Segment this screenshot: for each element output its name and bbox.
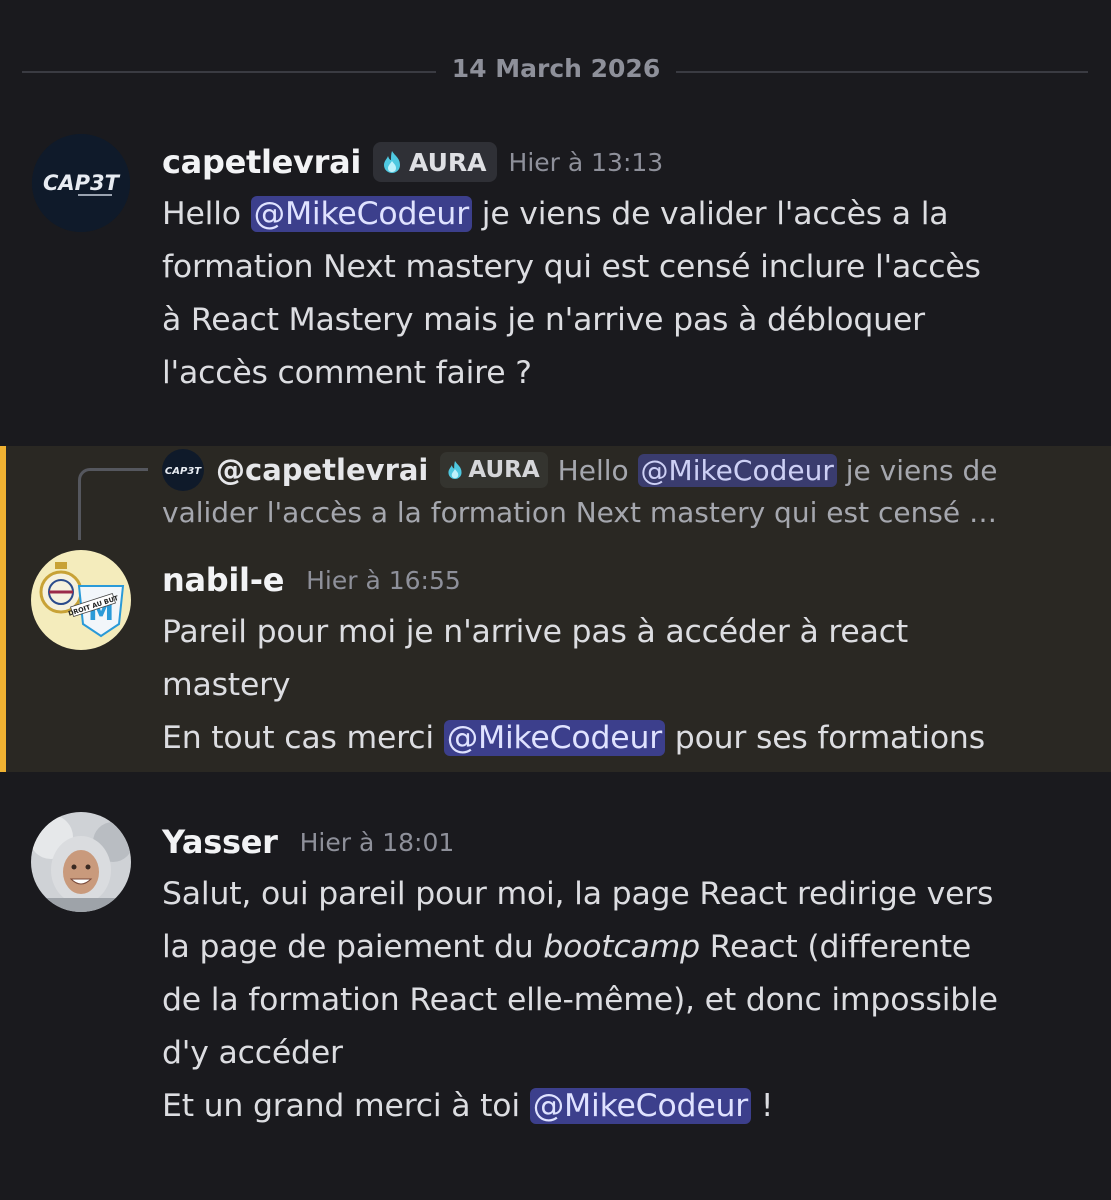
message-line: à React Mastery mais je n'arrive pas à d…	[162, 302, 925, 338]
reply-username[interactable]: @capetlevrai	[216, 453, 428, 487]
reply-reference[interactable]: CAP3T @capetlevrai AURA Hello @MikeCodeu…	[162, 448, 997, 492]
reply-avatar: CAP3T	[162, 449, 204, 491]
reply-spine	[78, 468, 148, 540]
timestamp[interactable]: Hier à 18:01	[300, 828, 455, 857]
message-line: d'y accéder	[162, 1035, 343, 1071]
timestamp[interactable]: Hier à 16:55	[306, 566, 461, 595]
message-content: Hello @MikeCodeur je viens de valider l'…	[162, 188, 1092, 400]
guild-tag-label: AURA	[409, 147, 487, 177]
user-mention[interactable]: @MikeCodeur	[443, 720, 665, 756]
message-line: En tout cas merci @MikeCodeur pour ses f…	[162, 720, 985, 756]
message-line: Salut, oui pareil pour moi, la page Reac…	[162, 876, 994, 912]
message-line: mastery	[162, 667, 291, 703]
message-line: Et un grand merci à toi @MikeCodeur !	[162, 1088, 774, 1124]
message-content: Pareil pour moi je n'arrive pas à accéde…	[162, 606, 1092, 765]
avatar[interactable]	[31, 812, 131, 912]
reply-preview-text: Hello @MikeCodeur je viens de	[557, 453, 998, 487]
date-divider-line-right	[676, 71, 1088, 73]
date-divider-label: 14 March 2026	[451, 54, 661, 83]
username[interactable]: capetlevrai	[162, 143, 361, 181]
aura-flame-icon	[384, 151, 401, 173]
message-content: Salut, oui pareil pour moi, la page Reac…	[162, 868, 1092, 1133]
username[interactable]: Yasser	[162, 823, 278, 861]
message-header: Yasser Hier à 18:01	[162, 820, 454, 864]
timestamp[interactable]: Hier à 13:13	[509, 148, 664, 177]
message-header: capetlevrai AURA Hier à 13:13	[162, 140, 663, 184]
reply-preview-continuation[interactable]: valider l'accès a la formation Next mast…	[162, 496, 997, 529]
message-line: l'accès comment faire ?	[162, 355, 532, 391]
avatar[interactable]: CAP3T	[32, 134, 130, 232]
message-line: de la formation React elle-même), et don…	[162, 982, 998, 1018]
message-line: Pareil pour moi je n'arrive pas à accéde…	[162, 614, 908, 650]
svg-text:CAP3T: CAP3T	[165, 466, 202, 477]
date-divider-line-left	[22, 71, 436, 73]
guild-tag[interactable]: AURA	[373, 142, 497, 182]
aura-flame-icon	[448, 461, 462, 479]
avatar[interactable]: M DROIT AU BUT	[31, 550, 131, 650]
mention-highlight-bar	[0, 446, 6, 772]
user-mention[interactable]: @MikeCodeur	[529, 1088, 752, 1124]
user-mention[interactable]: @MikeCodeur	[250, 196, 472, 232]
message-line: Hello @MikeCodeur je viens de valider l'…	[162, 196, 949, 232]
username[interactable]: nabil-e	[162, 561, 284, 599]
message-line: formation Next mastery qui est censé inc…	[162, 249, 981, 285]
avatar-logo-text: CAP3T	[43, 171, 121, 195]
reply-user-mention: @MikeCodeur	[637, 453, 837, 487]
message-line: la page de paiement du bootcamp React (d…	[162, 929, 972, 965]
reply-guild-tag: AURA	[440, 452, 548, 488]
message-header: nabil-e Hier à 16:55	[162, 558, 461, 602]
